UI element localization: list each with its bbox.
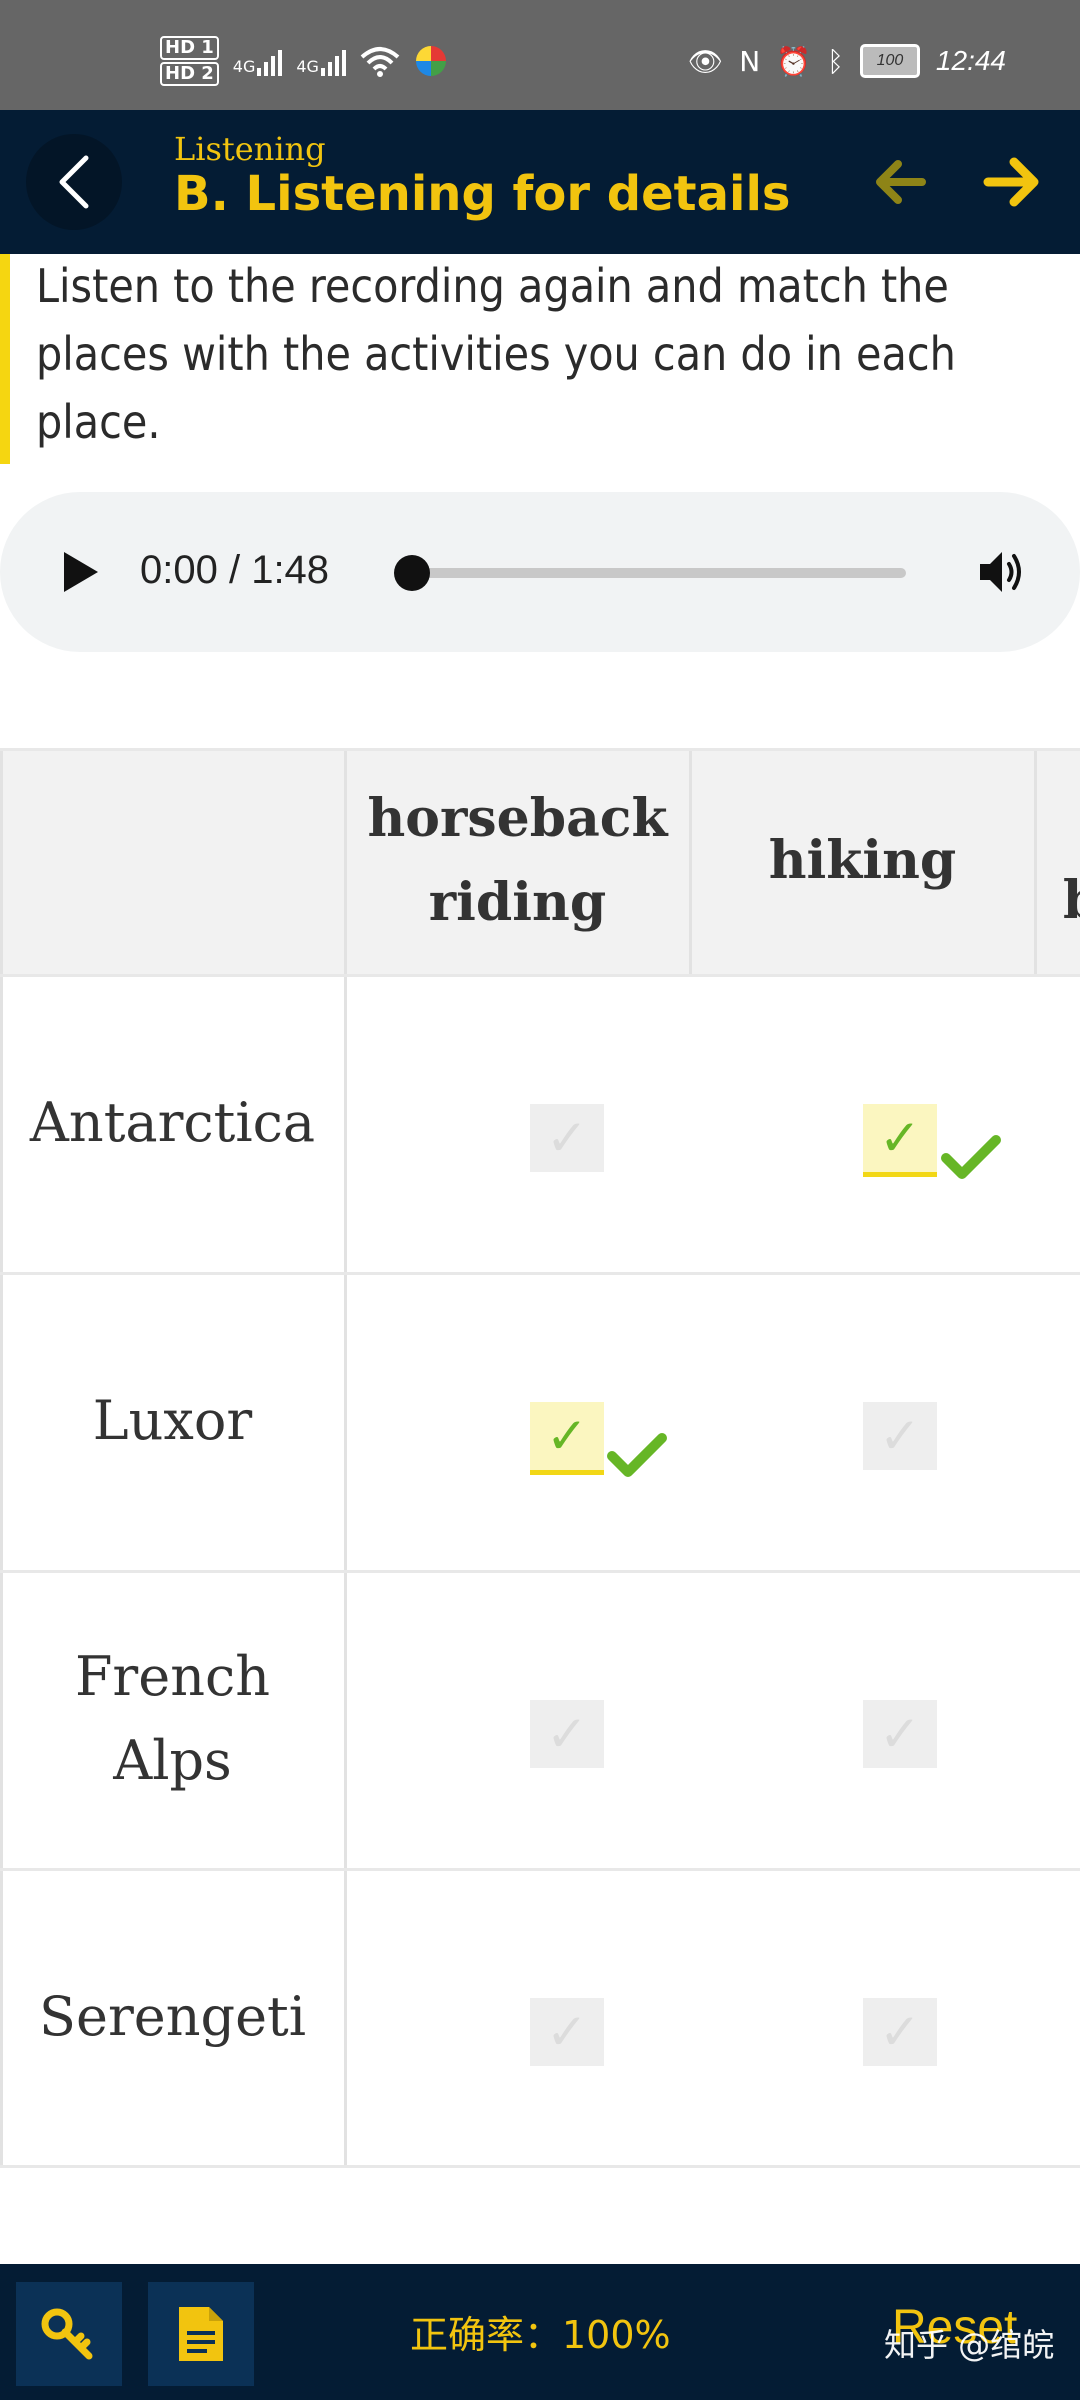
checkbox-french-alps-horseback-riding[interactable]: ✓ (530, 1700, 604, 1768)
battery-icon: 100 (859, 44, 920, 78)
column-header-hiking: hiking (690, 748, 1035, 974)
checkbox-luxor-horseback-riding[interactable]: ✓ (530, 1402, 604, 1475)
checkbox-luxor-hiking[interactable]: ✓ (863, 1402, 937, 1470)
table-border-top (0, 748, 1080, 751)
correct-check-icon (607, 1433, 667, 1477)
audio-progress-track[interactable] (410, 568, 906, 578)
page-title: B. Listening for details (174, 166, 791, 222)
activity-matching-table: horseback riding hiking b Antarctica Lux… (0, 748, 1080, 2168)
table-divider (1034, 748, 1037, 974)
instruction-text: Listen to the recording again and match … (36, 259, 956, 449)
section-label: Listening (174, 130, 326, 168)
column-header-horseback-riding: horseback riding (345, 748, 690, 974)
bluetooth-icon: ᛒ (827, 44, 844, 78)
watermark-text: 知乎 @绾皖 (884, 2326, 1055, 2364)
play-icon[interactable] (60, 550, 100, 594)
status-left: HD 1 HD 2 4G 4G (160, 36, 448, 86)
signal-2-icon: 4G (296, 46, 346, 76)
audio-progress-thumb[interactable] (394, 555, 430, 591)
instruction-accent-bar (0, 254, 10, 464)
transcript-button[interactable] (148, 2282, 254, 2386)
row-label-luxor: Luxor (92, 1389, 253, 1452)
checkbox-antarctica-hiking[interactable]: ✓ (863, 1104, 937, 1177)
chevron-left-icon (59, 155, 89, 209)
audio-time: 0:00 / 1:48 (140, 548, 330, 592)
table-divider (689, 748, 692, 974)
checkbox-serengeti-hiking[interactable]: ✓ (863, 1998, 937, 2066)
key-icon (41, 2308, 93, 2360)
status-right: 👁 N ⏰ ᛒ 100 12:44 (688, 44, 1006, 78)
row-label-antarctica: Antarctica (29, 1091, 316, 1154)
column-header-partial: b (1035, 748, 1080, 974)
document-icon (179, 2307, 223, 2361)
checkbox-serengeti-horseback-riding[interactable]: ✓ (530, 1998, 604, 2066)
table-border-bottom (0, 2165, 1080, 2168)
hd2-badge: HD 2 (160, 62, 219, 86)
hd1-badge: HD 1 (160, 36, 219, 60)
app-notification-icon (415, 46, 446, 76)
table-divider (0, 1570, 1080, 1573)
table-divider (0, 1272, 1080, 1275)
row-label-french-alps: French Alps (74, 1645, 271, 1792)
wifi-icon (360, 47, 400, 77)
hd-indicators: HD 1 HD 2 (160, 36, 219, 86)
table-border-left (0, 748, 3, 2168)
table-divider (344, 748, 347, 2168)
clock: 12:44 (935, 45, 1006, 76)
row-label-serengeti: Serengeti (39, 1985, 306, 2048)
app-header: Listening B. Listening for details (0, 110, 1080, 254)
table-divider (0, 1868, 1080, 1871)
arrow-left-icon[interactable] (870, 152, 930, 212)
checkbox-french-alps-hiking[interactable]: ✓ (863, 1700, 937, 1768)
bottom-toolbar: 正确率：100% Reset 知乎 @绾皖 (0, 2264, 1080, 2400)
net1-label: 4G (232, 57, 256, 76)
table-divider (0, 974, 1080, 977)
score-text: 正确率：100% (410, 2313, 671, 2357)
audio-player: 0:00 / 1:48 (0, 492, 1080, 652)
alarm-icon: ⏰ (776, 44, 812, 78)
checkbox-antarctica-horseback-riding[interactable]: ✓ (530, 1104, 604, 1172)
back-button[interactable] (26, 134, 122, 230)
correct-check-icon (941, 1135, 1001, 1179)
nfc-icon: N (739, 44, 761, 78)
signal-1-icon: 4G (233, 46, 283, 76)
net2-label: 4G (296, 57, 319, 76)
table-corner-cell (0, 748, 345, 974)
eye-icon: 👁 (687, 44, 724, 78)
arrow-right-icon[interactable] (980, 150, 1044, 214)
volume-icon[interactable] (976, 546, 1028, 598)
answer-key-button[interactable] (16, 2282, 122, 2386)
status-bar: HD 1 HD 2 4G 4G 👁 N ⏰ ᛒ 100 12:44 (0, 0, 1080, 110)
